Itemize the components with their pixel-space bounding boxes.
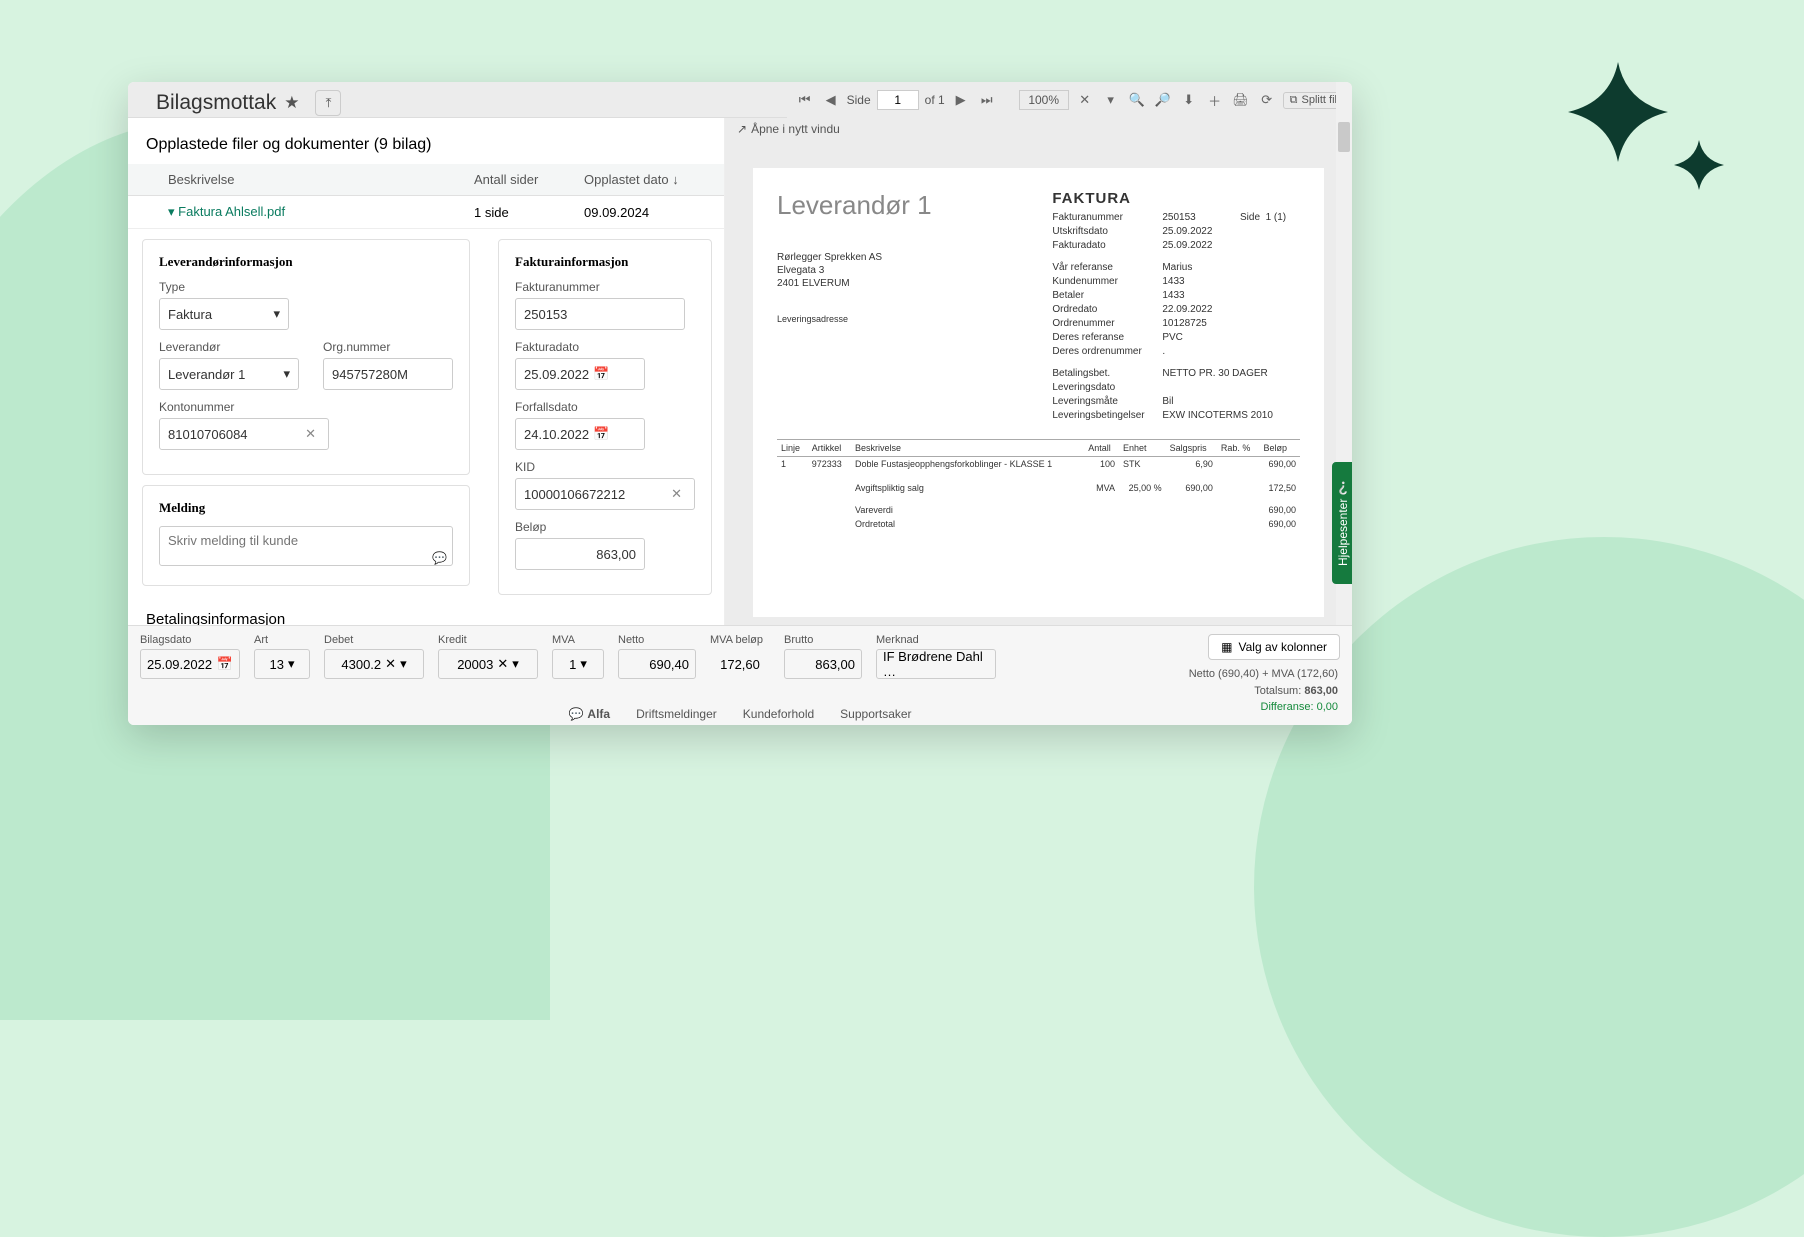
expand-icon[interactable]: ▾	[168, 204, 175, 219]
chevron-down-icon: ▾	[512, 656, 519, 672]
add-icon[interactable]: ＋	[1205, 90, 1225, 110]
file-name: Faktura Ahlsell.pdf	[178, 204, 285, 219]
page-of: of 1	[925, 93, 945, 107]
chevron-down-icon: ▾	[273, 306, 280, 322]
zoom-in-icon[interactable]: 🔎	[1153, 90, 1173, 110]
document-preview: Leverandør 1 Rørlegger Sprekken AS Elveg…	[753, 168, 1324, 617]
bilagsdato-input[interactable]: 25.09.2022📅	[140, 649, 240, 679]
column-options-button[interactable]: ▦ Valg av kolonner	[1208, 634, 1340, 660]
orgnr-input[interactable]	[323, 358, 453, 390]
zoom-value: 100%	[1019, 90, 1069, 110]
split-file-button[interactable]: ⧉ Splitt fil	[1283, 92, 1344, 109]
upload-icon: ⤒	[326, 95, 332, 111]
open-new-window-link[interactable]: ↗ Åpne i nytt vindu	[725, 118, 1352, 136]
col-uploaded[interactable]: Opplastet dato ↓	[574, 164, 724, 196]
account-input[interactable]: 81010706084 ✕	[159, 418, 329, 450]
print-icon[interactable]: 🖨	[1231, 90, 1251, 110]
page-title: Bilagsmottak	[156, 91, 276, 115]
page-label: Side	[847, 93, 871, 107]
external-link-icon: ↗	[737, 122, 747, 136]
amount-input[interactable]	[515, 538, 645, 570]
download-icon[interactable]: ⬇	[1179, 90, 1199, 110]
kid-input[interactable]: 10000106672212✕	[515, 478, 695, 510]
first-page-icon[interactable]: ⏮	[795, 90, 815, 110]
zoom-clear-icon[interactable]: ✕	[1075, 90, 1095, 110]
uploaded-section-title: Opplastede filer og dokumenter (9 bilag)	[128, 118, 724, 164]
file-row[interactable]: ▾ Faktura Ahlsell.pdf 1 side 09.09.2024	[128, 196, 724, 229]
orgnr-label: Org.nummer	[323, 340, 453, 354]
debet-select[interactable]: 4300.2✕▾	[324, 649, 424, 679]
kid-label: KID	[515, 460, 695, 474]
type-label: Type	[159, 280, 453, 294]
supplier-select[interactable]: Leverandør 1▾	[159, 358, 299, 390]
invoice-card-title: Fakturainformasjon	[515, 254, 695, 270]
file-table: Beskrivelse Antall sider Opplastet dato …	[128, 164, 724, 229]
doc-supplier-name: Leverandør 1	[777, 190, 1012, 221]
merknad-input[interactable]: IF Brødrene Dahl …	[876, 649, 996, 679]
next-page-icon[interactable]: ▶	[951, 90, 971, 110]
calendar-icon[interactable]: 📅	[589, 426, 613, 442]
supplier-card-title: Leverandørinformasjon	[159, 254, 453, 270]
clear-icon[interactable]: ✕	[667, 486, 686, 502]
footer-drifts[interactable]: Driftsmeldinger	[636, 707, 717, 721]
doc-line-table: Linje Artikkel Beskrivelse Antall Enhet …	[777, 439, 1300, 531]
chevron-down-icon: ▾	[283, 366, 290, 382]
payment-title: Betalingsinformasjon	[128, 605, 724, 625]
split-icon: ⧉	[1290, 94, 1298, 107]
last-page-icon[interactable]: ⏭	[977, 90, 997, 110]
due-date-input[interactable]: 24.10.2022📅	[515, 418, 645, 450]
footer-support[interactable]: Supportsaker	[840, 707, 911, 721]
chevron-down-icon: ▾	[288, 656, 295, 672]
doc-faktura-title: FAKTURA	[1052, 190, 1300, 207]
chat-icon: 💬	[568, 707, 583, 721]
clear-icon[interactable]: ✕	[301, 426, 320, 442]
footer-alfa[interactable]: 💬Alfa	[568, 707, 610, 721]
file-date: 09.09.2024	[574, 196, 724, 229]
invoice-nr-input[interactable]	[515, 298, 685, 330]
message-card-title: Melding	[159, 500, 453, 516]
invoice-date-input[interactable]: 25.09.2022📅	[515, 358, 645, 390]
supplier-label: Leverandør	[159, 340, 299, 354]
sort-down-icon: ↓	[672, 172, 679, 187]
help-icon: ❔	[1336, 480, 1350, 495]
chevron-down-icon: ▾	[580, 656, 587, 672]
brutto-input[interactable]: 863,00	[784, 649, 862, 679]
calendar-icon[interactable]: 📅	[589, 366, 613, 382]
mva-select[interactable]: 1▾	[552, 649, 604, 679]
split-file-label: Splitt fil	[1302, 94, 1337, 106]
clear-icon[interactable]: ✕	[497, 656, 508, 672]
help-center-tab[interactable]: Hjelpesenter ❔	[1332, 462, 1352, 584]
page-input[interactable]	[877, 90, 919, 110]
message-textarea[interactable]	[159, 526, 453, 566]
mvabelop-value: 172,60	[710, 649, 770, 679]
account-label: Kontonummer	[159, 400, 453, 414]
footer-kunde[interactable]: Kundeforhold	[743, 707, 814, 721]
file-pages: 1 side	[464, 196, 574, 229]
due-date-label: Forfallsdato	[515, 400, 695, 414]
amount-label: Beløp	[515, 520, 695, 534]
zoom-dropdown-icon[interactable]: ▾	[1101, 90, 1121, 110]
rotate-icon[interactable]: ⟳	[1257, 90, 1277, 110]
netto-input[interactable]: 690,40	[618, 649, 696, 679]
prev-page-icon[interactable]: ◀	[821, 90, 841, 110]
zoom-out-icon[interactable]: 🔍	[1127, 90, 1147, 110]
chat-icon: 💬	[432, 551, 447, 565]
invoice-date-label: Fakturadato	[515, 340, 695, 354]
type-select[interactable]: Faktura▾	[159, 298, 289, 330]
col-desc[interactable]: Beskrivelse	[158, 164, 464, 196]
bilagsdato-label: Bilagsdato	[140, 634, 240, 646]
decor-star-small	[1674, 140, 1724, 190]
favorite-star-icon[interactable]: ★	[284, 93, 299, 113]
calendar-icon[interactable]: 📅	[217, 656, 233, 672]
chevron-down-icon: ▾	[400, 656, 407, 672]
clear-icon[interactable]: ✕	[385, 656, 396, 672]
art-select[interactable]: 13▾	[254, 649, 310, 679]
invoice-nr-label: Fakturanummer	[515, 280, 695, 294]
kredit-select[interactable]: 20003✕▾	[438, 649, 538, 679]
columns-icon: ▦	[1221, 640, 1232, 654]
upload-button[interactable]: ⤒	[315, 90, 341, 116]
col-pages[interactable]: Antall sider	[464, 164, 574, 196]
decor-star-large	[1568, 62, 1668, 162]
